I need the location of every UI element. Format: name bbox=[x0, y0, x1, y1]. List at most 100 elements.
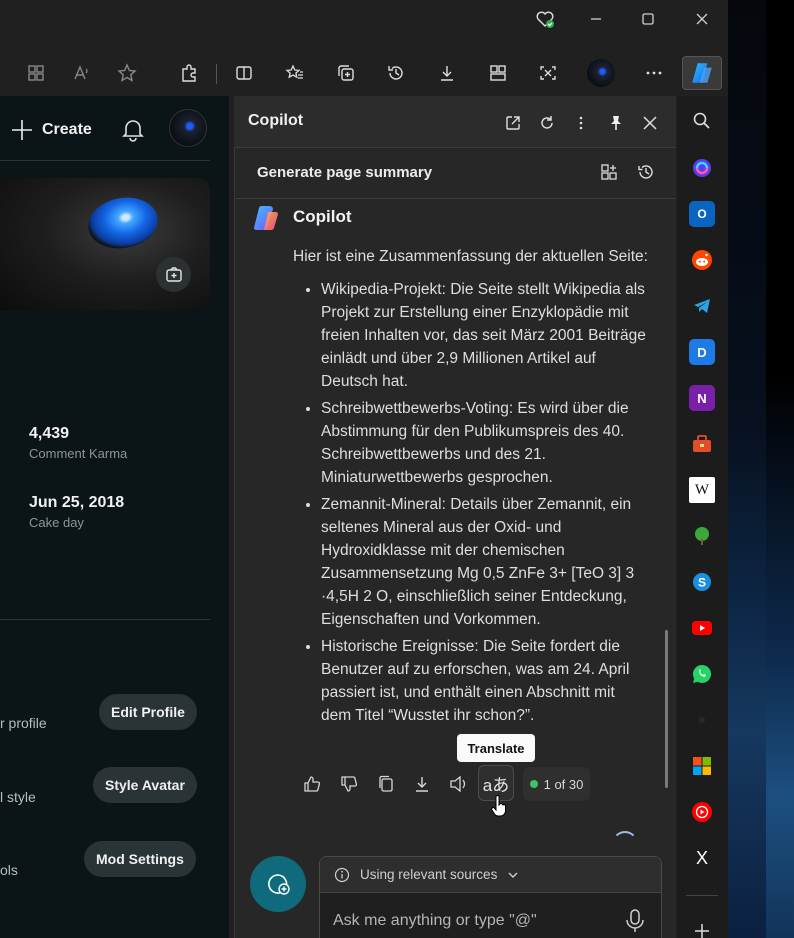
wikipedia-icon[interactable]: W bbox=[689, 477, 715, 503]
history-icon[interactable] bbox=[380, 58, 412, 88]
tree-icon[interactable] bbox=[689, 523, 715, 549]
mod-settings-button[interactable]: Mod Settings bbox=[84, 841, 196, 877]
wikipedia-letter: W bbox=[694, 481, 710, 498]
downloads-icon[interactable] bbox=[431, 58, 463, 88]
add-icon[interactable] bbox=[689, 918, 715, 938]
new-chat-button[interactable] bbox=[250, 856, 306, 912]
hand-cursor-icon bbox=[491, 795, 506, 817]
translate-icon: aあ bbox=[482, 775, 510, 795]
counter-text: 1 of 30 bbox=[543, 776, 584, 792]
workspaces-icon[interactable] bbox=[482, 58, 514, 88]
summary-item: Zemannit-Mineral: Details über Zemannit,… bbox=[321, 493, 649, 631]
notification-bell-icon[interactable] bbox=[120, 116, 146, 142]
translate-tooltip: Translate bbox=[457, 734, 535, 762]
status-dot-icon bbox=[529, 780, 538, 788]
skype-icon[interactable]: S bbox=[689, 569, 715, 595]
microphone-icon[interactable] bbox=[624, 908, 646, 934]
discord-icon[interactable]: D bbox=[689, 339, 715, 365]
copilot-pane-title: Copilot bbox=[248, 112, 304, 129]
svg-text:S: S bbox=[698, 576, 706, 590]
generate-page-summary-title[interactable]: Generate page summary bbox=[257, 164, 432, 181]
pin-icon[interactable] bbox=[603, 110, 629, 136]
new-chat-icon bbox=[268, 874, 290, 895]
extensions-icon[interactable] bbox=[173, 58, 205, 88]
microsoft-icon[interactable] bbox=[689, 753, 715, 779]
divider bbox=[0, 160, 210, 161]
maximize-icon[interactable] bbox=[625, 4, 671, 34]
setting-text: r profile bbox=[0, 715, 47, 731]
style-avatar-button[interactable]: Style Avatar bbox=[93, 767, 197, 803]
chat-input[interactable]: Ask me anything or type "@" bbox=[333, 912, 537, 930]
desktop-wallpaper bbox=[728, 0, 794, 938]
tools-icon[interactable] bbox=[689, 431, 715, 457]
summary-item: Schreibwettbewerbs-Voting: Es wird über … bbox=[321, 397, 649, 489]
telegram-icon[interactable] bbox=[689, 293, 715, 319]
setting-text: l style bbox=[0, 789, 36, 805]
copilot-ext-icon[interactable] bbox=[689, 155, 715, 181]
cake-day-value: Jun 25, 2018 bbox=[29, 494, 125, 511]
profile-icon[interactable] bbox=[585, 58, 617, 88]
response-intro: Hier ist eine Zusammenfassung der aktuel… bbox=[293, 248, 648, 265]
x-icon[interactable]: X bbox=[689, 845, 715, 871]
add-widget-icon[interactable] bbox=[596, 159, 622, 185]
reddit-icon[interactable] bbox=[689, 247, 715, 273]
more-options-icon[interactable] bbox=[568, 110, 594, 136]
assistant-response: Hier ist eine Zusammenfassung der aktuel… bbox=[293, 245, 649, 731]
youtube-icon[interactable] bbox=[689, 615, 715, 641]
collections-icon[interactable] bbox=[330, 58, 362, 88]
read-aloud-icon[interactable] bbox=[66, 58, 98, 88]
copilot-logo-icon bbox=[254, 206, 278, 230]
health-icon[interactable] bbox=[522, 4, 568, 34]
x-letter: X bbox=[695, 847, 708, 868]
close-pane-icon[interactable] bbox=[637, 110, 663, 136]
response-counter: 1 of 30 bbox=[523, 767, 590, 801]
sources-selector[interactable]: Using relevant sources bbox=[320, 857, 661, 893]
onenote-icon[interactable]: N bbox=[689, 385, 715, 411]
chevron-down-icon bbox=[508, 872, 518, 878]
search-icon[interactable] bbox=[689, 108, 715, 134]
thumbs-down-icon[interactable] bbox=[332, 767, 366, 801]
sidebar-divider bbox=[686, 895, 718, 896]
chat-history-icon[interactable] bbox=[633, 159, 659, 185]
info-icon bbox=[334, 867, 350, 882]
setting-text: ols bbox=[0, 862, 18, 878]
blank-icon[interactable] bbox=[689, 707, 715, 733]
title-bar bbox=[0, 0, 728, 38]
split-screen-icon[interactable] bbox=[228, 58, 260, 88]
open-in-new-tab-icon[interactable] bbox=[500, 110, 526, 136]
youtube-music-icon[interactable] bbox=[689, 799, 715, 825]
edit-profile-button[interactable]: Edit Profile bbox=[99, 694, 197, 730]
read-aloud-icon[interactable] bbox=[442, 767, 476, 801]
favorites-icon[interactable] bbox=[279, 58, 311, 88]
sources-label: Using relevant sources bbox=[360, 867, 498, 882]
divider bbox=[0, 619, 210, 620]
add-banner-photo-icon[interactable] bbox=[156, 257, 191, 292]
thumbs-up-icon[interactable] bbox=[295, 767, 329, 801]
screenshot-icon[interactable] bbox=[532, 58, 564, 88]
assistant-name: Copilot bbox=[293, 207, 352, 226]
whatsapp-icon[interactable] bbox=[689, 661, 715, 687]
create-label: Create bbox=[42, 121, 92, 138]
summary-list: Wikipedia-Projekt: Die Seite stellt Wiki… bbox=[293, 278, 649, 727]
toolbar-divider bbox=[216, 64, 217, 84]
favorite-star-icon[interactable] bbox=[111, 58, 143, 88]
user-avatar[interactable] bbox=[169, 109, 207, 147]
summary-item: Wikipedia-Projekt: Die Seite stellt Wiki… bbox=[321, 278, 649, 393]
apps-icon[interactable] bbox=[20, 58, 52, 88]
cake-day-label: Cake day bbox=[29, 515, 84, 530]
minimize-icon[interactable] bbox=[573, 4, 619, 34]
copilot-icon[interactable] bbox=[682, 56, 722, 90]
create-button[interactable]: Create bbox=[10, 113, 92, 147]
more-icon[interactable] bbox=[638, 58, 670, 88]
outlook-icon[interactable]: O bbox=[689, 201, 715, 227]
karma-label: Comment Karma bbox=[29, 446, 128, 461]
plus-icon bbox=[12, 120, 32, 140]
refresh-icon[interactable] bbox=[534, 110, 560, 136]
download-icon[interactable] bbox=[405, 767, 439, 801]
close-icon[interactable] bbox=[679, 4, 725, 34]
summary-item: Historische Ereignisse: Die Seite forder… bbox=[321, 635, 649, 727]
copy-icon[interactable] bbox=[369, 767, 403, 801]
loading-spinner-icon bbox=[612, 831, 638, 857]
browser-toolbar bbox=[0, 50, 728, 96]
scrollbar[interactable] bbox=[665, 630, 668, 788]
